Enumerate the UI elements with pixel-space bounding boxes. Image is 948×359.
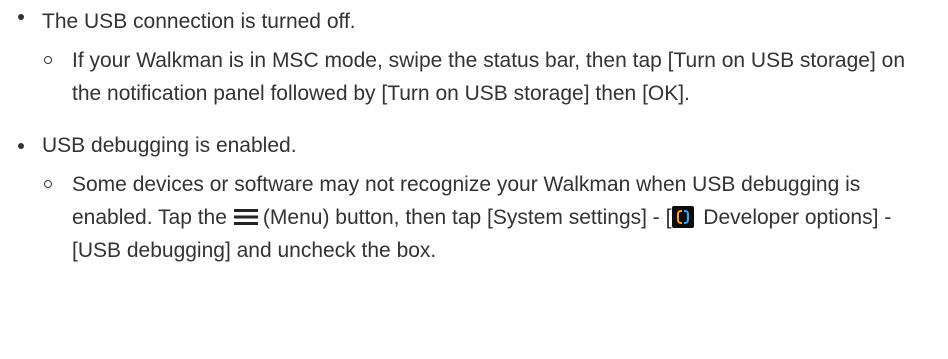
developer-options-icon <box>672 206 695 228</box>
sub-bullet-text-part-2: (Menu) button, then tap [System settings… <box>262 206 672 229</box>
sub-list-item-disable-debugging: Some devices or software may not recogni… <box>42 168 948 267</box>
bullet-text: USB debugging is enabled. <box>42 134 297 157</box>
menu-icon <box>231 207 260 227</box>
sub-bullet-text: If your Walkman is in MSC mode, swipe th… <box>72 49 905 105</box>
sub-list: If your Walkman is in MSC mode, swipe th… <box>42 44 948 110</box>
list-item-usb-off: The USB connection is turned off. If you… <box>0 0 948 110</box>
help-document: The USB connection is turned off. If you… <box>0 0 948 359</box>
bullet-text: The USB connection is turned off. <box>42 10 356 33</box>
list-item-usb-debugging: USB debugging is enabled. Some devices o… <box>0 129 948 267</box>
bullet-list: The USB connection is turned off. If you… <box>0 0 948 267</box>
sub-list: Some devices or software may not recogni… <box>42 168 948 267</box>
sub-list-item-msc-mode: If your Walkman is in MSC mode, swipe th… <box>42 44 948 110</box>
